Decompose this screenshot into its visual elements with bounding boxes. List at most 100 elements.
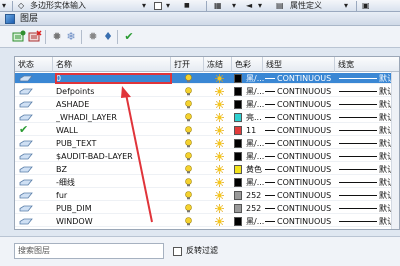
color-swatch[interactable] <box>234 178 242 187</box>
color-swatch[interactable] <box>234 204 242 213</box>
layer-thaw-icon[interactable] <box>215 87 224 96</box>
table-row[interactable]: PUB_DIM 252 CONTINUOUS 默认 <box>15 203 399 214</box>
layer-linetype[interactable]: CONTINUOUS <box>277 125 341 136</box>
table-row[interactable]: fur 252 CONTINUOUS 默认 <box>15 190 399 201</box>
color-swatch[interactable] <box>234 139 242 148</box>
dropdown-arrow-icon[interactable]: ▾ <box>2 1 6 11</box>
arrow-icon[interactable]: ◄ <box>246 1 252 11</box>
gear-icon[interactable]: ✹ <box>50 30 64 44</box>
layer-name[interactable]: ASHADE <box>56 99 170 110</box>
layer-name[interactable]: WALL <box>56 125 170 136</box>
layer-on-icon[interactable] <box>184 178 193 187</box>
polygon-tool-icon[interactable]: ◇ <box>18 1 24 11</box>
settings-icon[interactable]: ✹ <box>86 30 100 44</box>
layer-linetype[interactable]: CONTINUOUS <box>277 203 341 214</box>
color-swatch[interactable] <box>234 113 242 122</box>
color-swatch[interactable] <box>234 126 242 135</box>
layer-on-icon[interactable] <box>184 87 193 96</box>
table-row[interactable]: -细线 黑/... CONTINUOUS 默认 <box>15 177 399 188</box>
layer-name[interactable]: PUB_TEXT <box>56 138 170 149</box>
dropdown-arrow-icon[interactable]: ▾ <box>166 1 170 11</box>
dropdown-arrow-icon[interactable]: ▾ <box>344 1 348 11</box>
layer-on-icon[interactable] <box>184 113 193 122</box>
layer-linetype[interactable]: CONTINUOUS <box>277 99 341 110</box>
layer-linetype[interactable]: CONTINUOUS <box>277 73 341 84</box>
layer-on-icon[interactable] <box>184 126 193 135</box>
layer-thaw-icon[interactable] <box>215 178 224 187</box>
grid-icon[interactable]: ▦ <box>214 1 222 11</box>
column-header-status[interactable]: 状态 <box>15 57 53 72</box>
layer-linetype[interactable]: CONTINUOUS <box>277 112 341 123</box>
layer-thaw-icon[interactable] <box>215 152 224 161</box>
new-layer-icon[interactable] <box>12 30 26 44</box>
table-row[interactable]: ✔ WALL 11 CONTINUOUS 默认 <box>15 124 399 136</box>
color-swatch[interactable] <box>234 217 242 226</box>
column-header-color[interactable]: 色彩 <box>232 57 263 72</box>
color-swatch[interactable] <box>234 152 242 161</box>
layer-on-icon[interactable] <box>184 139 193 148</box>
layer-name[interactable]: $AUDIT-BAD-LAYER <box>56 151 170 162</box>
layer-name[interactable]: fur <box>56 190 170 201</box>
layer-on-icon[interactable] <box>184 217 193 226</box>
layer-thaw-icon[interactable] <box>215 74 224 83</box>
layer-linetype[interactable]: CONTINUOUS <box>277 138 341 149</box>
layer-thaw-icon[interactable] <box>215 126 224 135</box>
bulb-icon[interactable]: ♦ <box>101 30 115 44</box>
column-header-name[interactable]: 名称 <box>53 57 171 72</box>
dropdown-arrow-icon[interactable]: ▾ <box>258 1 262 11</box>
vertical-scrollbar[interactable] <box>391 72 399 229</box>
attribute-define-label[interactable]: 属性定义 <box>290 1 322 11</box>
layer-thaw-icon[interactable] <box>215 165 224 174</box>
attribute-icon[interactable]: ▤ <box>276 1 284 11</box>
column-header-on[interactable]: 打开 <box>171 57 204 72</box>
table-row[interactable]: $AUDIT-BAD-LAYER 黑/... CONTINUOUS 默认 <box>15 151 399 162</box>
layer-thaw-icon[interactable] <box>215 204 224 213</box>
dropdown-arrow-icon[interactable]: ▾ <box>142 1 146 11</box>
polygon-solid-label[interactable]: 多边形实体输入 <box>30 1 86 11</box>
layer-on-icon[interactable] <box>184 204 193 213</box>
layer-name[interactable]: Defpoints <box>56 86 170 97</box>
checkbox[interactable] <box>154 2 162 10</box>
color-swatch[interactable] <box>234 74 242 83</box>
layer-thaw-icon[interactable] <box>215 217 224 226</box>
layer-on-icon[interactable] <box>184 165 193 174</box>
layer-on-icon[interactable] <box>184 74 193 83</box>
color-swatch[interactable] <box>234 191 242 200</box>
layer-name[interactable]: WINDOW <box>56 216 170 227</box>
layer-linetype[interactable]: CONTINUOUS <box>277 86 341 97</box>
layer-on-icon[interactable] <box>184 100 193 109</box>
color-swatch[interactable] <box>234 165 242 174</box>
dropdown-arrow-icon[interactable]: ▾ <box>232 1 236 11</box>
column-header-linetype[interactable]: 线型 <box>263 57 335 72</box>
column-header-lineweight[interactable]: 线宽 <box>335 57 399 72</box>
layer-linetype[interactable]: CONTINUOUS <box>277 216 341 227</box>
layer-linetype[interactable]: CONTINUOUS <box>277 164 341 175</box>
layer-name[interactable]: _WHADI_LAYER <box>56 112 170 123</box>
color-swatch[interactable] <box>234 100 242 109</box>
layer-thaw-icon[interactable] <box>215 139 224 148</box>
table-row[interactable]: 0 黑/... CONTINUOUS 默认 <box>15 73 399 84</box>
search-layer-input[interactable]: 搜索图层 <box>14 243 164 259</box>
table-row[interactable]: _WHADI_LAYER 亮... CONTINUOUS 默认 <box>15 112 399 123</box>
layer-on-icon[interactable] <box>184 152 193 161</box>
layer-on-icon[interactable] <box>184 191 193 200</box>
table-row[interactable]: PUB_TEXT 黑/... CONTINUOUS 默认 <box>15 138 399 149</box>
color-swatch[interactable] <box>234 87 242 96</box>
set-current-icon[interactable]: ✔ <box>122 30 136 44</box>
table-row[interactable]: BZ 黄色 CONTINUOUS 默认 <box>15 164 399 175</box>
layer-thaw-icon[interactable] <box>215 113 224 122</box>
invert-filter-checkbox[interactable] <box>173 247 182 256</box>
delete-layer-icon[interactable] <box>28 30 42 44</box>
block-icon[interactable]: ▣ <box>362 1 370 11</box>
layer-linetype[interactable]: CONTINUOUS <box>277 190 341 201</box>
layer-name[interactable]: PUB_DIM <box>56 203 170 214</box>
column-header-freeze[interactable]: 冻结 <box>204 57 232 72</box>
table-row[interactable]: Defpoints 黑/... CONTINUOUS 默认 <box>15 86 399 97</box>
layer-name[interactable]: -细线 <box>56 177 170 188</box>
layer-thaw-icon[interactable] <box>215 191 224 200</box>
table-row[interactable]: WINDOW 黑/... CONTINUOUS 默认 <box>15 216 399 227</box>
layer-name[interactable]: BZ <box>56 164 170 175</box>
layer-linetype[interactable]: CONTINUOUS <box>277 177 341 188</box>
table-row[interactable]: ASHADE 黑/... CONTINUOUS 默认 <box>15 99 399 110</box>
freeze-icon[interactable]: ❄ <box>64 30 78 44</box>
